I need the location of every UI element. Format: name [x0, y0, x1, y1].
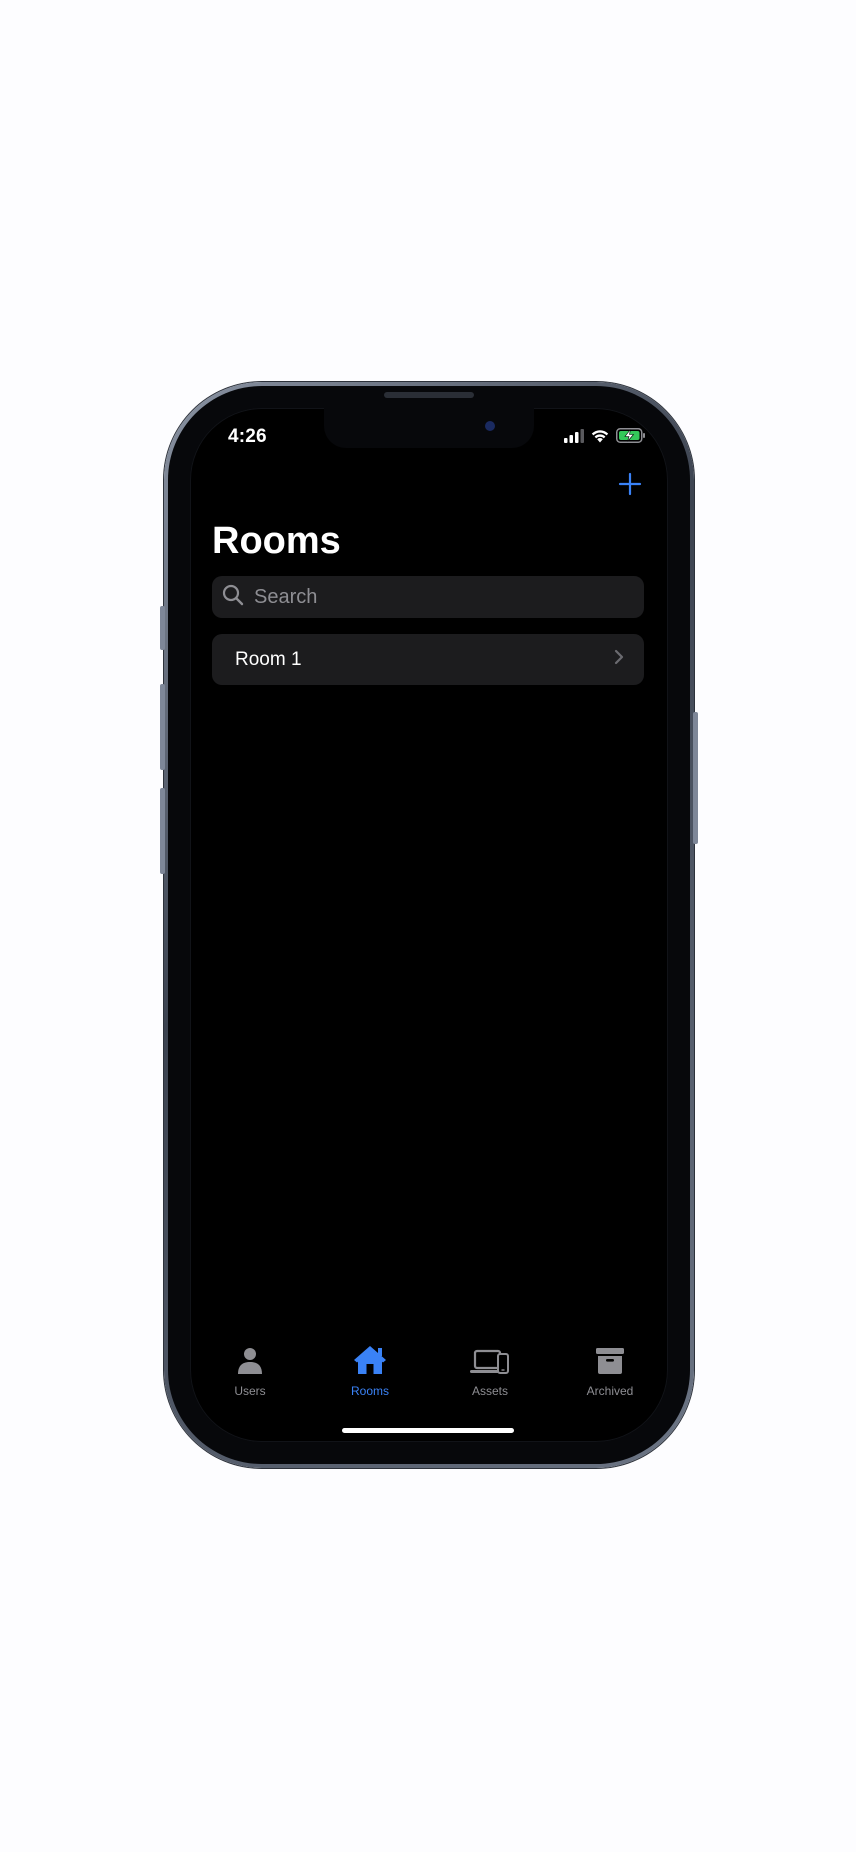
status-icons: [564, 428, 646, 448]
tab-rooms[interactable]: Rooms: [330, 1345, 410, 1398]
volume-up-button: [160, 684, 165, 770]
chevron-right-icon: [614, 649, 624, 670]
tab-bar: Users Rooms Assets Archived: [190, 1345, 668, 1408]
battery-charging-icon: [616, 428, 646, 448]
search-bar[interactable]: [212, 576, 644, 618]
home-indicator: [342, 1428, 514, 1433]
wifi-icon: [590, 428, 610, 448]
tab-assets[interactable]: Assets: [450, 1348, 530, 1398]
cellular-signal-icon: [564, 428, 584, 448]
earpiece-speaker: [384, 392, 474, 398]
tab-label: Assets: [471, 1384, 508, 1398]
notch: [324, 408, 534, 448]
search-icon: [222, 584, 244, 611]
laptop-phone-icon: [470, 1349, 510, 1380]
search-input[interactable]: [252, 584, 632, 610]
volume-down-button: [160, 788, 165, 874]
tab-label: Rooms: [350, 1384, 389, 1398]
list-item-label: Room 1: [235, 648, 302, 670]
silent-switch: [160, 606, 165, 650]
power-button: [693, 712, 698, 844]
tab-label: Archived: [586, 1384, 634, 1398]
plus-icon: [618, 472, 642, 501]
status-time: 4:26: [228, 426, 267, 447]
archive-box-icon: [595, 1347, 625, 1380]
list-item-room-1[interactable]: Room 1: [212, 634, 644, 685]
house-icon: [353, 1345, 387, 1380]
tab-archived[interactable]: Archived: [570, 1348, 650, 1398]
front-camera: [485, 421, 495, 431]
page-title: Rooms: [212, 520, 341, 562]
tab-label: Users: [234, 1384, 266, 1398]
add-room-button[interactable]: [612, 468, 648, 504]
app-screen: 4:26 Rooms Search Room 1 Users Rooms Ass…: [190, 408, 668, 1442]
person-icon: [237, 1347, 263, 1380]
tab-users[interactable]: Users: [210, 1348, 290, 1398]
